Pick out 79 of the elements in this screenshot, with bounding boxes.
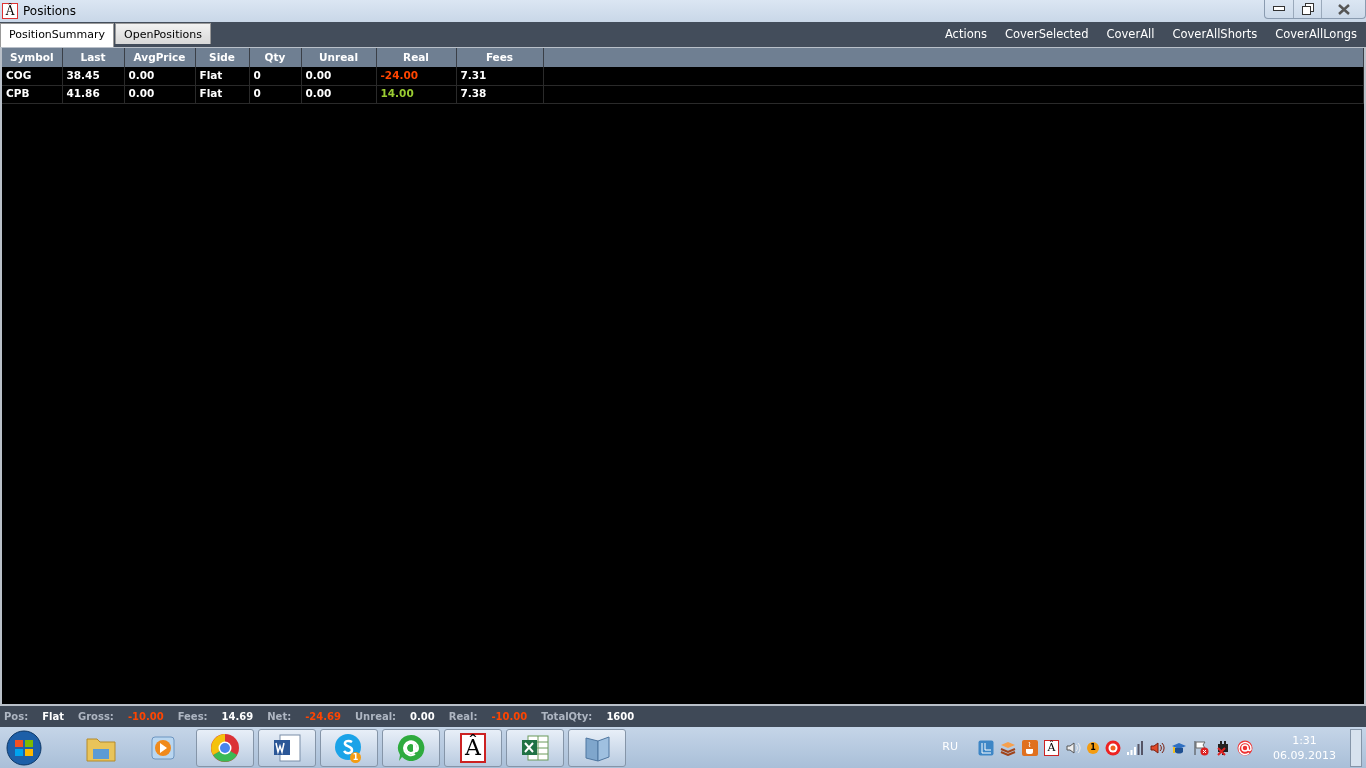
browser-icon	[210, 732, 240, 763]
status-value: Flat	[42, 710, 64, 724]
app-glyph-icon[interactable]: Â	[1044, 739, 1059, 756]
status-label: Unreal:	[354, 710, 397, 724]
column-header[interactable]: Symbol	[2, 48, 62, 67]
table-cell: 38.45	[62, 67, 124, 85]
column-header[interactable]: Qty	[249, 48, 301, 67]
spreadsheet-icon	[520, 732, 550, 763]
status-value: 0.00	[410, 710, 435, 724]
status-value: -10.00	[491, 710, 528, 724]
table-cell: 41.86	[62, 85, 124, 103]
table-cell: CPB	[2, 85, 62, 103]
taskbar-button[interactable]	[568, 728, 626, 767]
tab[interactable]: PositionSummary	[0, 23, 114, 47]
word-document-icon	[272, 732, 302, 763]
taskbar-button[interactable]: 1	[320, 728, 378, 767]
status-value: 14.69	[221, 710, 254, 724]
taskbar-button[interactable]	[258, 728, 316, 767]
status-label: Pos:	[4, 710, 29, 724]
table-cell: 0.00	[301, 85, 376, 103]
column-header[interactable]: Real	[376, 48, 456, 67]
window-title: Positions	[23, 3, 76, 20]
taskbar-button[interactable]	[196, 728, 254, 767]
table-cell: -24.00	[376, 67, 456, 85]
table-cell: 0.00	[301, 67, 376, 85]
taskbar-button[interactable]	[506, 728, 564, 767]
table-cell: 7.38	[456, 85, 543, 103]
column-header[interactable]: Side	[195, 48, 249, 67]
power-plug-error-icon[interactable]	[1215, 739, 1231, 756]
taskbar-button[interactable]: Â	[444, 728, 502, 767]
column-header[interactable]: Unreal	[301, 48, 376, 67]
actions-label: Actions	[943, 25, 988, 43]
column-header[interactable]: Last	[62, 48, 124, 67]
action-button[interactable]: CoverAllLongs	[1266, 25, 1366, 44]
table-cell: 0.00	[124, 85, 195, 103]
mail-at-icon	[396, 732, 426, 763]
target-icon[interactable]	[1105, 739, 1121, 756]
status-value: 1600	[606, 710, 635, 724]
action-button[interactable]: CoverAll	[1097, 25, 1164, 44]
column-header[interactable]: AvgPrice	[124, 48, 195, 67]
media-player-icon	[149, 733, 177, 762]
status-label: TotalQty:	[541, 710, 593, 724]
table-cell: 0.00	[124, 67, 195, 85]
table-cell: Flat	[195, 85, 249, 103]
action-button[interactable]: CoverSelected	[995, 25, 1098, 44]
notification-badge[interactable]: 1	[1087, 741, 1099, 754]
minimize-icon	[1273, 6, 1285, 12]
show-desktop-button[interactable]	[1350, 728, 1362, 767]
at-sign-icon[interactable]	[1237, 739, 1253, 756]
flag-error-icon[interactable]	[1193, 739, 1209, 756]
status-label: Real:	[448, 710, 478, 724]
restore-icon	[1301, 3, 1314, 15]
app-glyph-icon: Â	[460, 732, 486, 763]
taskbar-button[interactable]	[382, 728, 440, 767]
action-button[interactable]: CoverAllShorts	[1163, 25, 1267, 44]
status-label: Fees:	[177, 710, 208, 724]
speaker-icon[interactable]	[1149, 739, 1165, 756]
column-header[interactable]: Fees	[456, 48, 543, 67]
chat-app-icon	[334, 732, 364, 763]
table-cell: COG	[2, 67, 62, 85]
table-cell: Flat	[195, 67, 249, 85]
grid-app-icon[interactable]	[978, 739, 994, 756]
status-value: -10.00	[127, 710, 164, 724]
table-cell: 0	[249, 85, 301, 103]
app-icon: Â	[2, 3, 18, 19]
stack-icon[interactable]	[1000, 739, 1016, 756]
close-icon	[1337, 3, 1350, 15]
status-label: Gross:	[77, 710, 114, 724]
status-label: Net:	[267, 710, 292, 724]
speaker-icon[interactable]	[1065, 739, 1081, 756]
notification-badge: 1	[350, 751, 361, 763]
table-cell: 7.31	[456, 67, 543, 85]
start-button[interactable]	[6, 729, 42, 766]
signal-bars-icon[interactable]	[1127, 740, 1143, 755]
table-cell: 14.00	[376, 85, 456, 103]
tab[interactable]: OpenPositions	[115, 23, 211, 44]
table-cell: 0	[249, 67, 301, 85]
java-cup-icon[interactable]	[1022, 739, 1038, 756]
status-value: -24.69	[305, 710, 341, 724]
